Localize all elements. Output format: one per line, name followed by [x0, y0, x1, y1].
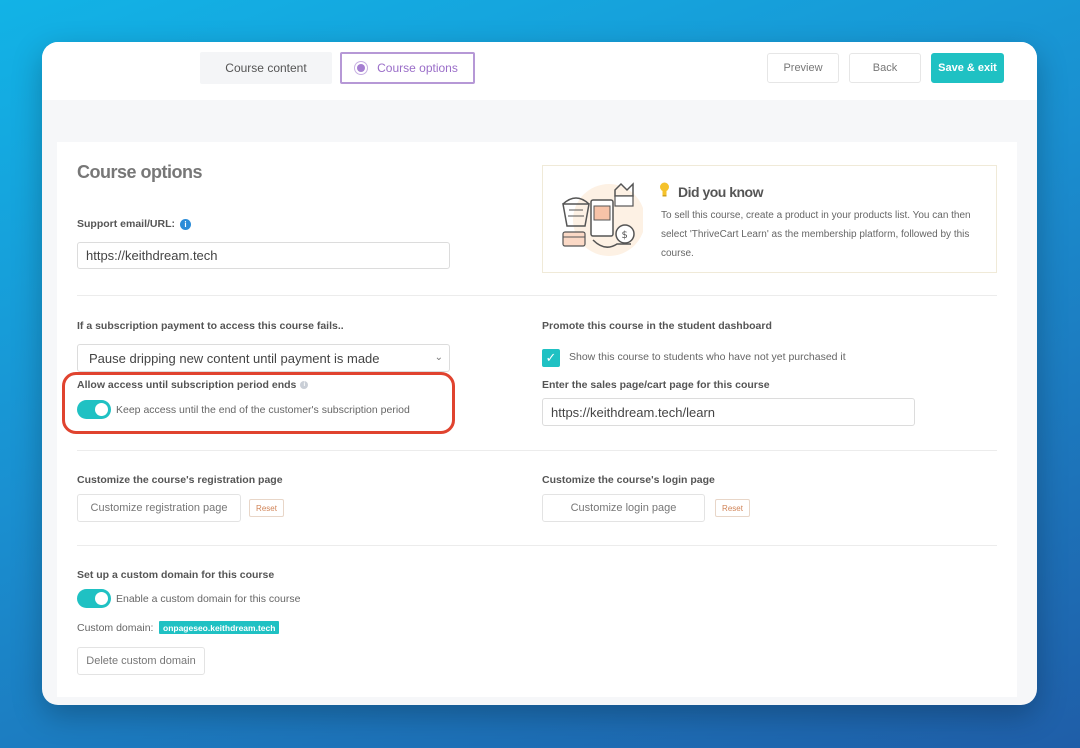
shopping-illustration-icon: $	[562, 182, 643, 256]
custom-domain-badge: onpageseo.keithdream.tech	[159, 621, 280, 634]
allow-access-toggle-text: Keep access until the end of the custome…	[116, 404, 410, 416]
custom-domain-label: Set up a custom domain for this course	[77, 569, 275, 581]
options-panel: Course options Support email/URL: i https…	[57, 142, 1017, 697]
save-exit-button[interactable]: Save & exit	[931, 53, 1004, 83]
divider	[77, 545, 997, 546]
promote-checkbox-text: Show this course to students who have no…	[569, 351, 846, 363]
preview-button[interactable]: Preview	[767, 53, 839, 83]
info-icon[interactable]: i	[300, 381, 309, 390]
app-window: Course content Course options Preview Ba…	[42, 42, 1037, 705]
allow-access-toggle[interactable]	[77, 400, 111, 419]
tab-course-options[interactable]: Course options	[340, 52, 475, 84]
subscription-fail-select[interactable]: Pause dripping new content until payment…	[77, 344, 450, 372]
tab-label: Course options	[377, 61, 458, 75]
page-title: Course options	[77, 162, 203, 182]
support-label: Support email/URL: i	[77, 218, 192, 230]
did-you-know-card: $ Did you know To sell this course, crea…	[542, 165, 997, 273]
customize-registration-button[interactable]: Customize registration page	[77, 494, 241, 522]
delete-custom-domain-button[interactable]: Delete custom domain	[77, 647, 205, 675]
svg-text:$: $	[622, 230, 628, 241]
divider	[77, 450, 997, 451]
subscription-fail-label: If a subscription payment to access this…	[77, 320, 344, 332]
divider	[77, 295, 997, 296]
allow-access-label: Allow access until subscription period e…	[77, 379, 309, 391]
registration-label: Customize the course's registration page	[77, 474, 283, 486]
custom-domain-field-label: Custom domain:	[77, 622, 154, 634]
sales-page-input[interactable]: https://keithdream.tech/learn	[542, 398, 915, 426]
chevron-down-icon: ⌄	[434, 352, 443, 363]
active-dot-icon	[357, 64, 366, 72]
custom-domain-toggle-text: Enable a custom domain for this course	[116, 593, 301, 605]
registration-reset-button[interactable]: Reset	[249, 499, 284, 517]
did-you-know-title: Did you know	[678, 184, 764, 200]
promote-label: Promote this course in the student dashb…	[542, 320, 772, 332]
lightbulb-icon	[660, 182, 669, 197]
login-reset-button[interactable]: Reset	[715, 499, 750, 517]
tab-course-content[interactable]: Course content	[200, 52, 332, 84]
did-you-know-text: To sell this course, create a product in…	[661, 210, 971, 259]
promote-checkbox[interactable]: ✓	[542, 349, 560, 367]
customize-login-button[interactable]: Customize login page	[542, 494, 705, 522]
info-icon[interactable]: i	[180, 218, 192, 230]
top-bar: Course content Course options Preview Ba…	[42, 42, 1037, 100]
back-button[interactable]: Back	[849, 53, 921, 83]
sales-page-label: Enter the sales page/cart page for this …	[542, 379, 770, 391]
custom-domain-toggle[interactable]	[77, 589, 111, 608]
support-url-input[interactable]: https://keithdream.tech	[77, 242, 450, 269]
tab-label: Course content	[225, 61, 307, 75]
login-label: Customize the course's login page	[542, 474, 715, 486]
